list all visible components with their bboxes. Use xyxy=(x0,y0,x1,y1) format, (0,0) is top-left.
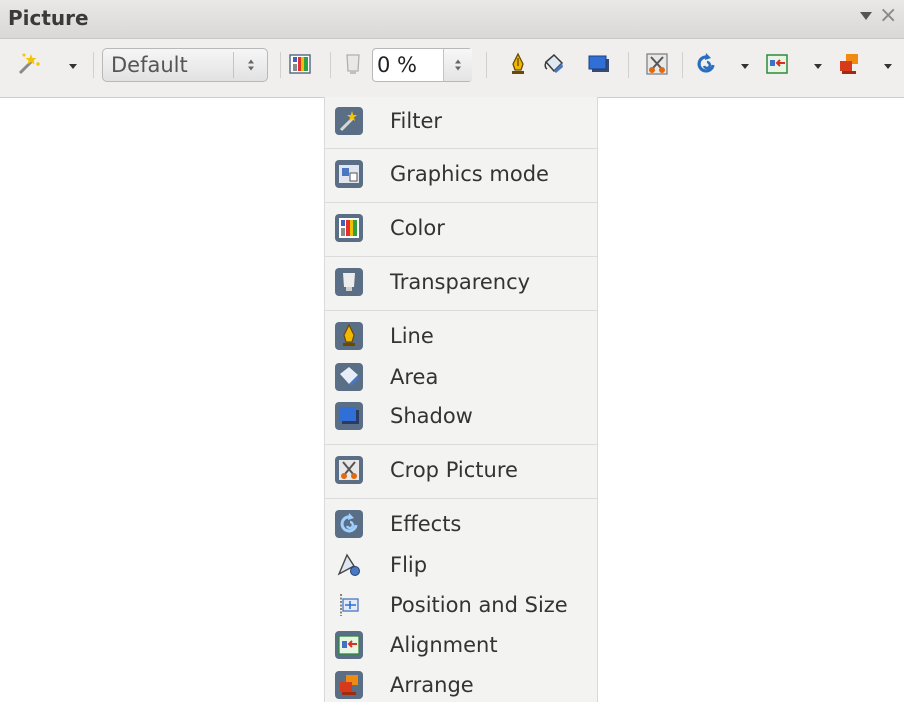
crop-button[interactable] xyxy=(643,50,671,78)
arrange-icon xyxy=(840,54,858,74)
effects-icon xyxy=(697,53,715,73)
picture-toolbar: Picture × Default 0 % xyxy=(0,0,904,98)
transparency-spinbox[interactable]: 0 % xyxy=(372,48,472,82)
menu-item-label: Flip xyxy=(390,553,428,577)
toolbar-row: Default 0 % xyxy=(0,38,904,96)
graphics-mode-icon xyxy=(334,159,364,189)
menu-item-label: Effects xyxy=(390,512,462,536)
toolbar-options-icon[interactable] xyxy=(860,12,872,20)
transparency-icon xyxy=(346,54,360,74)
line-icon xyxy=(512,52,524,74)
menu-separator xyxy=(325,310,597,311)
menu-item-label: Alignment xyxy=(390,633,498,657)
alignment-icon xyxy=(766,54,788,74)
menu-item-filter[interactable]: Filter xyxy=(325,102,597,142)
flip-icon xyxy=(334,550,364,580)
line-icon xyxy=(334,321,364,351)
menu-separator xyxy=(325,444,597,445)
graphics-mode-value: Default xyxy=(111,53,188,77)
graphics-mode-select[interactable]: Default xyxy=(102,48,268,82)
combo-spinner[interactable] xyxy=(233,52,268,78)
menu-item-shadow[interactable]: Shadow xyxy=(325,397,597,437)
transparency-button[interactable] xyxy=(339,50,367,78)
menu-item-label: Area xyxy=(390,365,439,389)
menu-separator xyxy=(325,202,597,203)
menu-item-label: Crop Picture xyxy=(390,458,518,482)
menu-item-line[interactable]: Line xyxy=(325,317,597,357)
line-button[interactable] xyxy=(504,50,532,78)
menu-item-graphics-mode[interactable]: Graphics mode xyxy=(325,155,597,195)
shadow-icon xyxy=(334,401,364,431)
separator xyxy=(682,52,683,78)
shadow-button[interactable] xyxy=(585,50,613,78)
separator xyxy=(93,52,94,78)
menu-item-effects[interactable]: Effects xyxy=(325,505,597,545)
arrange-icon xyxy=(334,670,364,700)
menu-item-label: Arrange xyxy=(390,673,474,697)
picture-dropdown-menu: Filter Graphics mode Color Transparency … xyxy=(324,97,598,702)
crop-icon xyxy=(646,53,668,75)
color-icon xyxy=(289,54,311,74)
separator xyxy=(280,52,281,78)
crop-icon xyxy=(334,455,364,485)
shadow-icon xyxy=(588,55,609,72)
arrange-dropdown-arrow[interactable] xyxy=(884,64,892,69)
menu-separator xyxy=(325,256,597,257)
transparency-spinner[interactable] xyxy=(443,49,472,81)
color-icon xyxy=(334,213,364,243)
alignment-dropdown-arrow[interactable] xyxy=(814,64,822,69)
area-button[interactable] xyxy=(540,50,568,78)
menu-item-alignment[interactable]: Alignment xyxy=(325,626,597,666)
menu-item-transparency[interactable]: Transparency xyxy=(325,263,597,303)
area-icon xyxy=(544,53,564,73)
menu-separator xyxy=(325,148,597,149)
menu-item-color[interactable]: Color xyxy=(325,209,597,249)
menu-item-crop-picture[interactable]: Crop Picture xyxy=(325,451,597,491)
menu-item-label: Filter xyxy=(390,109,443,133)
effects-icon xyxy=(334,509,364,539)
filter-dropdown-arrow[interactable] xyxy=(69,64,77,69)
menu-item-label: Transparency xyxy=(390,270,531,294)
menu-item-flip[interactable]: Flip xyxy=(325,546,597,586)
separator xyxy=(330,52,331,78)
menu-item-arrange[interactable]: Arrange xyxy=(325,666,597,706)
separator xyxy=(486,52,487,78)
position-size-icon xyxy=(334,590,364,620)
menu-separator xyxy=(325,498,597,499)
alignment-button[interactable] xyxy=(763,50,791,78)
alignment-icon xyxy=(334,630,364,660)
menu-item-label: Graphics mode xyxy=(390,162,549,186)
close-icon[interactable]: × xyxy=(879,5,897,27)
filter-icon xyxy=(18,53,40,75)
effects-dropdown-arrow[interactable] xyxy=(741,64,749,69)
separator xyxy=(628,52,629,78)
filter-button[interactable] xyxy=(15,50,43,78)
area-icon xyxy=(334,362,364,392)
menu-item-area[interactable]: Area xyxy=(325,358,597,398)
arrange-button[interactable] xyxy=(835,50,863,78)
filter-icon xyxy=(334,106,364,136)
toolbar-title: Picture xyxy=(8,6,89,30)
toolbar-titlebar: Picture × xyxy=(0,0,904,39)
menu-item-label: Position and Size xyxy=(390,593,568,617)
effects-button[interactable] xyxy=(692,50,720,78)
menu-item-label: Line xyxy=(390,324,434,348)
color-button[interactable] xyxy=(286,50,314,78)
menu-item-label: Color xyxy=(390,216,445,240)
transparency-icon xyxy=(334,267,364,297)
menu-item-position-and-size[interactable]: Position and Size xyxy=(325,586,597,626)
transparency-value: 0 % xyxy=(377,53,417,77)
menu-item-label: Shadow xyxy=(390,404,473,428)
